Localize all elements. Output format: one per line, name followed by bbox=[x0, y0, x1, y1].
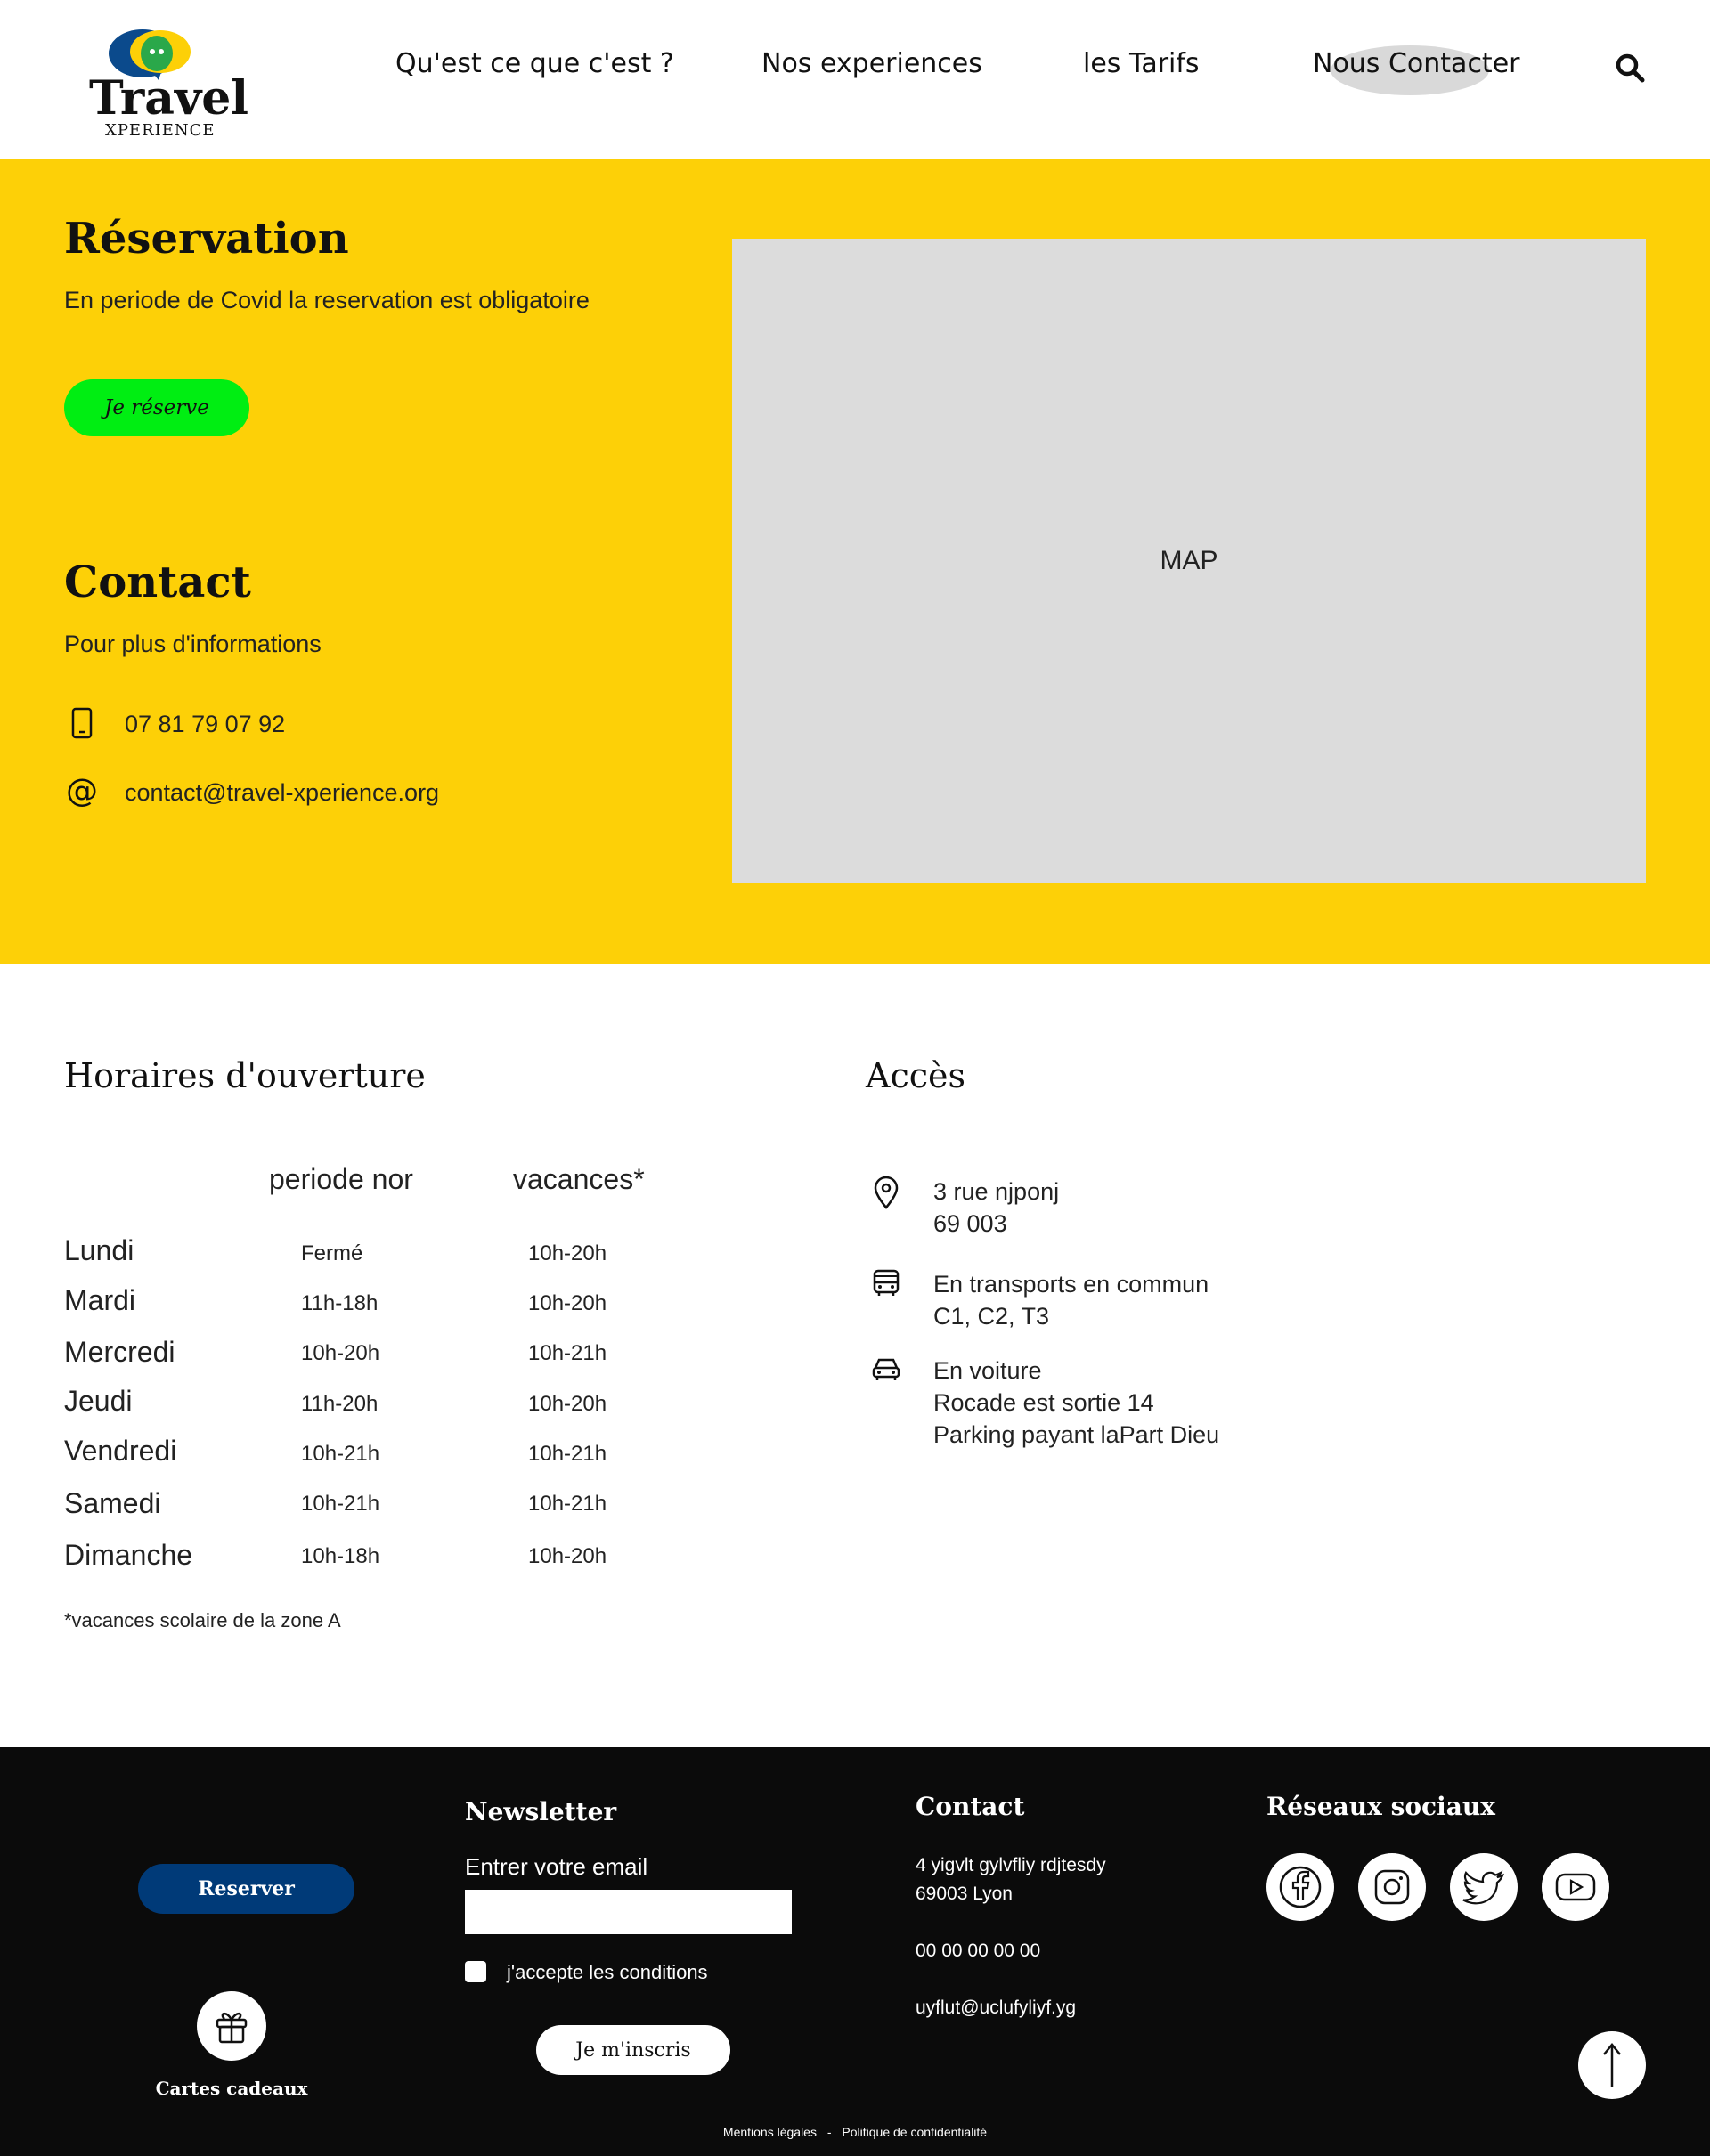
hours-day: Jeudi bbox=[64, 1385, 133, 1417]
hours-normal: Fermé bbox=[301, 1241, 363, 1265]
gift-card-label[interactable]: Cartes cadeaux bbox=[134, 2078, 330, 2099]
hours-normal: 10h-18h bbox=[301, 1544, 380, 1568]
hours-day: Vendredi bbox=[64, 1435, 177, 1467]
footer-address-line2: 69003 Lyon bbox=[916, 1883, 1013, 1904]
hours-holiday: 10h-20h bbox=[528, 1291, 607, 1315]
newsletter-subscribe-button[interactable]: Je m'inscris bbox=[536, 2025, 730, 2075]
gift-card-button[interactable] bbox=[197, 1991, 266, 2061]
access-transport-line1: En transports en commun bbox=[933, 1271, 1209, 1298]
hours-normal: 10h-21h bbox=[301, 1492, 380, 1516]
access-address-line1: 3 rue njponj bbox=[933, 1178, 1060, 1205]
legal-separator: - bbox=[826, 2125, 832, 2139]
hours-holiday: 10h-21h bbox=[528, 1341, 607, 1365]
terms-checkbox[interactable] bbox=[465, 1961, 486, 1982]
hours-holiday: 10h-20h bbox=[528, 1241, 607, 1265]
newsletter-title: Newsletter bbox=[465, 1797, 617, 1826]
footer-reserve-button[interactable]: Reserver bbox=[138, 1864, 354, 1914]
privacy-policy-link[interactable]: Politique de confidentialité bbox=[842, 2125, 987, 2139]
header: Travel XPERIENCE Qu'est ce que c'est ? N… bbox=[0, 0, 1710, 159]
footer-email[interactable]: uyflut@uclufyliyf.yg bbox=[916, 1997, 1076, 2019]
hours-day: Lundi bbox=[64, 1234, 134, 1266]
phone-icon bbox=[69, 707, 94, 744]
hours-day: Samedi bbox=[64, 1487, 161, 1519]
terms-checkbox-label[interactable]: j'accepte les conditions bbox=[507, 1961, 708, 1984]
access-title: Accès bbox=[866, 1056, 965, 1095]
bus-icon bbox=[871, 1268, 901, 1303]
contact-subtitle: Pour plus d'informations bbox=[64, 631, 322, 657]
hours-normal: 10h-20h bbox=[301, 1341, 380, 1365]
hours-holiday: 10h-20h bbox=[528, 1392, 607, 1416]
hours-normal: 11h-20h bbox=[301, 1392, 379, 1416]
footer-phone[interactable]: 00 00 00 00 00 bbox=[916, 1940, 1040, 1962]
car-icon bbox=[871, 1355, 901, 1387]
youtube-icon[interactable] bbox=[1542, 1853, 1609, 1921]
hours-normal: 11h-18h bbox=[301, 1291, 379, 1315]
hours-day: Mardi bbox=[64, 1284, 136, 1316]
nav-item-contact[interactable]: Nous Contacter bbox=[1313, 48, 1520, 79]
access-address-line2: 69 003 bbox=[933, 1210, 1007, 1237]
hours-title: Horaires d'ouverture bbox=[64, 1056, 426, 1095]
hours-holiday: 10h-21h bbox=[528, 1442, 607, 1466]
scroll-to-top-button[interactable] bbox=[1578, 2031, 1646, 2099]
search-icon[interactable] bbox=[1614, 52, 1646, 84]
hours-normal: 10h-21h bbox=[301, 1442, 380, 1466]
hours-holiday: 10h-21h bbox=[528, 1492, 607, 1516]
hours-note: *vacances scolaire de la zone A bbox=[64, 1609, 341, 1631]
nav-item-what[interactable]: Qu'est ce que c'est ? bbox=[395, 48, 674, 79]
reserve-button[interactable]: Je réserve bbox=[64, 379, 249, 436]
newsletter-label: Entrer votre email bbox=[465, 1853, 648, 1880]
facebook-icon[interactable] bbox=[1266, 1853, 1334, 1921]
nav-item-experiences[interactable]: Nos experiences bbox=[761, 48, 982, 79]
hours-col-normal: periode nor bbox=[269, 1163, 413, 1195]
contact-title: Contact bbox=[64, 557, 251, 607]
instagram-icon[interactable] bbox=[1358, 1853, 1426, 1921]
nav-item-tarifs[interactable]: les Tarifs bbox=[1083, 48, 1200, 79]
reservation-title: Réservation bbox=[64, 214, 349, 264]
access-transport-line2: C1, C2, T3 bbox=[933, 1303, 1050, 1330]
access-car-line1: En voiture bbox=[933, 1357, 1042, 1384]
legal-links: Mentions légales - Politique de confiden… bbox=[0, 2125, 1710, 2139]
contact-phone[interactable]: 07 81 79 07 92 bbox=[125, 711, 285, 738]
footer-contact-title: Contact bbox=[916, 1792, 1025, 1821]
access-car-line2: Rocade est sortie 14 bbox=[933, 1389, 1154, 1416]
hours-day: Dimanche bbox=[64, 1539, 193, 1571]
map-placeholder[interactable]: MAP bbox=[732, 239, 1646, 883]
social-title: Réseaux sociaux bbox=[1266, 1792, 1495, 1821]
hours-holiday: 10h-20h bbox=[528, 1544, 607, 1568]
at-icon: @ bbox=[66, 773, 98, 810]
hours-day: Mercredi bbox=[64, 1336, 175, 1368]
location-pin-icon bbox=[873, 1176, 900, 1214]
legal-notice-link[interactable]: Mentions légales bbox=[723, 2125, 817, 2139]
reservation-text: En periode de Covid la reservation est o… bbox=[64, 287, 590, 313]
gift-icon bbox=[216, 2012, 248, 2044]
contact-email[interactable]: contact@travel-xperience.org bbox=[125, 779, 439, 807]
logo[interactable]: Travel XPERIENCE bbox=[87, 27, 248, 142]
arrow-up-icon bbox=[1603, 2043, 1621, 2087]
logo-text-sub: XPERIENCE bbox=[105, 121, 216, 140]
access-car-line3: Parking payant laPart Dieu bbox=[933, 1421, 1220, 1448]
footer-address-line1: 4 yigvlt gylvfliy rdjtesdy bbox=[916, 1855, 1106, 1875]
map-label: MAP bbox=[1160, 545, 1218, 575]
logo-text-main: Travel bbox=[89, 71, 249, 126]
twitter-icon[interactable] bbox=[1450, 1853, 1518, 1921]
newsletter-email-input[interactable] bbox=[465, 1890, 792, 1934]
hours-col-holiday: vacances* bbox=[513, 1163, 645, 1195]
